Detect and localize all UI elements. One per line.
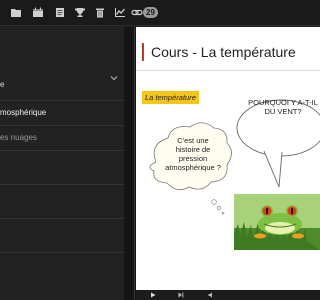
document-icon[interactable] (54, 7, 66, 18)
sidebar-item-label: mosphérique (0, 108, 47, 117)
sidebar-item-label: e (0, 80, 5, 90)
sidebar-item[interactable] (0, 151, 124, 185)
notification-badge[interactable]: 29 (143, 7, 158, 18)
play-icon[interactable] (150, 292, 156, 298)
page-title: Cours - La température (142, 43, 296, 61)
media-control-bar (136, 290, 320, 300)
trash-icon[interactable] (94, 7, 106, 18)
thought-bubble-text: C'est une histoire de pression atmosphér… (165, 136, 221, 172)
chart-icon[interactable] (114, 7, 126, 18)
sidebar-item[interactable] (0, 219, 124, 253)
sidebar: e mosphérique es nuages (0, 27, 124, 300)
link-icon[interactable] (131, 7, 143, 18)
sidebar-item-nuages[interactable]: es nuages (0, 126, 124, 151)
speech-bubble-text: POURQUOI Y A-T-IL DU VENT? (248, 98, 318, 116)
sidebar-item[interactable]: e (0, 55, 124, 101)
volume-icon[interactable] (208, 292, 214, 298)
trophy-icon[interactable] (74, 7, 86, 18)
next-icon[interactable] (178, 292, 184, 298)
sidebar-item-label: es nuages (0, 133, 37, 142)
content-panel: Cours - La température La température PO… (136, 27, 320, 300)
top-toolbar: 29 (0, 0, 320, 26)
sidebar-item-pression[interactable]: mosphérique (0, 101, 124, 126)
folder-icon[interactable] (10, 7, 22, 18)
divider (134, 27, 135, 300)
sidebar-item[interactable] (0, 185, 124, 219)
calendar-icon[interactable] (32, 7, 44, 18)
frog-image (234, 194, 320, 250)
topic-tag: La température (142, 91, 199, 104)
